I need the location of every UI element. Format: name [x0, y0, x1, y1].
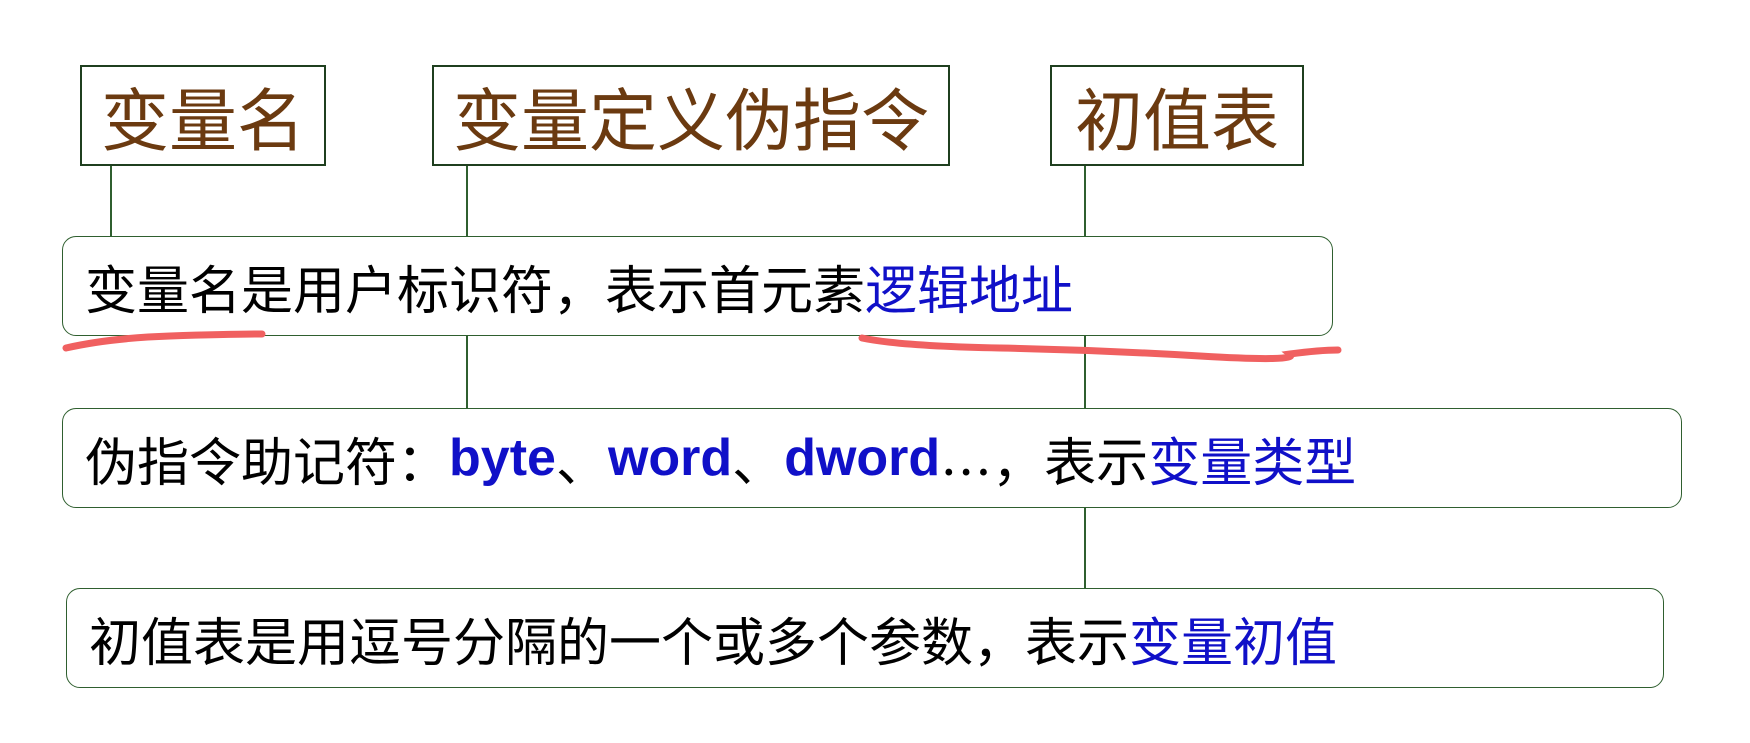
desc-variable-name: 变量名是用户标识符，表示首元素 逻辑地址: [62, 236, 1333, 336]
desc-initial-values: 初值表是用逗号分隔的一个或多个参数，表示 变量初值: [66, 588, 1664, 688]
keyword-word: word: [607, 429, 733, 487]
desc-initial-values-text: 初值表是用逗号分隔的一个或多个参数，表示: [89, 613, 1130, 674]
keyword-dword: dword: [784, 429, 941, 487]
connector-inittable-desc3: [1084, 508, 1086, 588]
desc-directive-highlight: 变量类型: [1148, 433, 1357, 494]
desc-variable-name-text: 变量名是用户标识符，表示首元素: [85, 261, 866, 322]
label-initial-value-table-text: 初值表: [1074, 83, 1279, 162]
desc-directive-ellipsis: …: [940, 428, 993, 488]
desc-directive-middle: ，表示: [992, 433, 1149, 494]
desc-variable-name-highlight: 逻辑地址: [865, 261, 1074, 322]
label-variable-name: 变量名: [80, 65, 326, 166]
keyword-byte: byte: [449, 429, 556, 487]
connector-inittable-desc1: [1084, 166, 1086, 236]
connector-varname-desc1: [110, 166, 112, 236]
desc-directive-sep2: 、: [732, 433, 785, 494]
desc-directive-prefix: 伪指令助记符：: [85, 433, 450, 494]
label-variable-directive: 变量定义伪指令: [432, 65, 950, 166]
underline-annotation-variable-name: [62, 330, 266, 352]
connector-directive-desc1: [466, 166, 468, 236]
desc-directive-sep1: 、: [555, 433, 608, 494]
desc-directive: 伪指令助记符： byte、 word、 dword… ，表示 变量类型: [62, 408, 1682, 508]
connector-directive-desc2: [466, 336, 468, 408]
desc-initial-values-highlight: 变量初值: [1129, 613, 1338, 674]
label-variable-directive-text: 变量定义伪指令: [452, 83, 929, 162]
connector-inittable-desc2: [1084, 336, 1086, 408]
underline-annotation-logical-address: [858, 334, 1342, 363]
label-variable-name-text: 变量名: [100, 83, 305, 162]
label-initial-value-table: 初值表: [1050, 65, 1304, 166]
